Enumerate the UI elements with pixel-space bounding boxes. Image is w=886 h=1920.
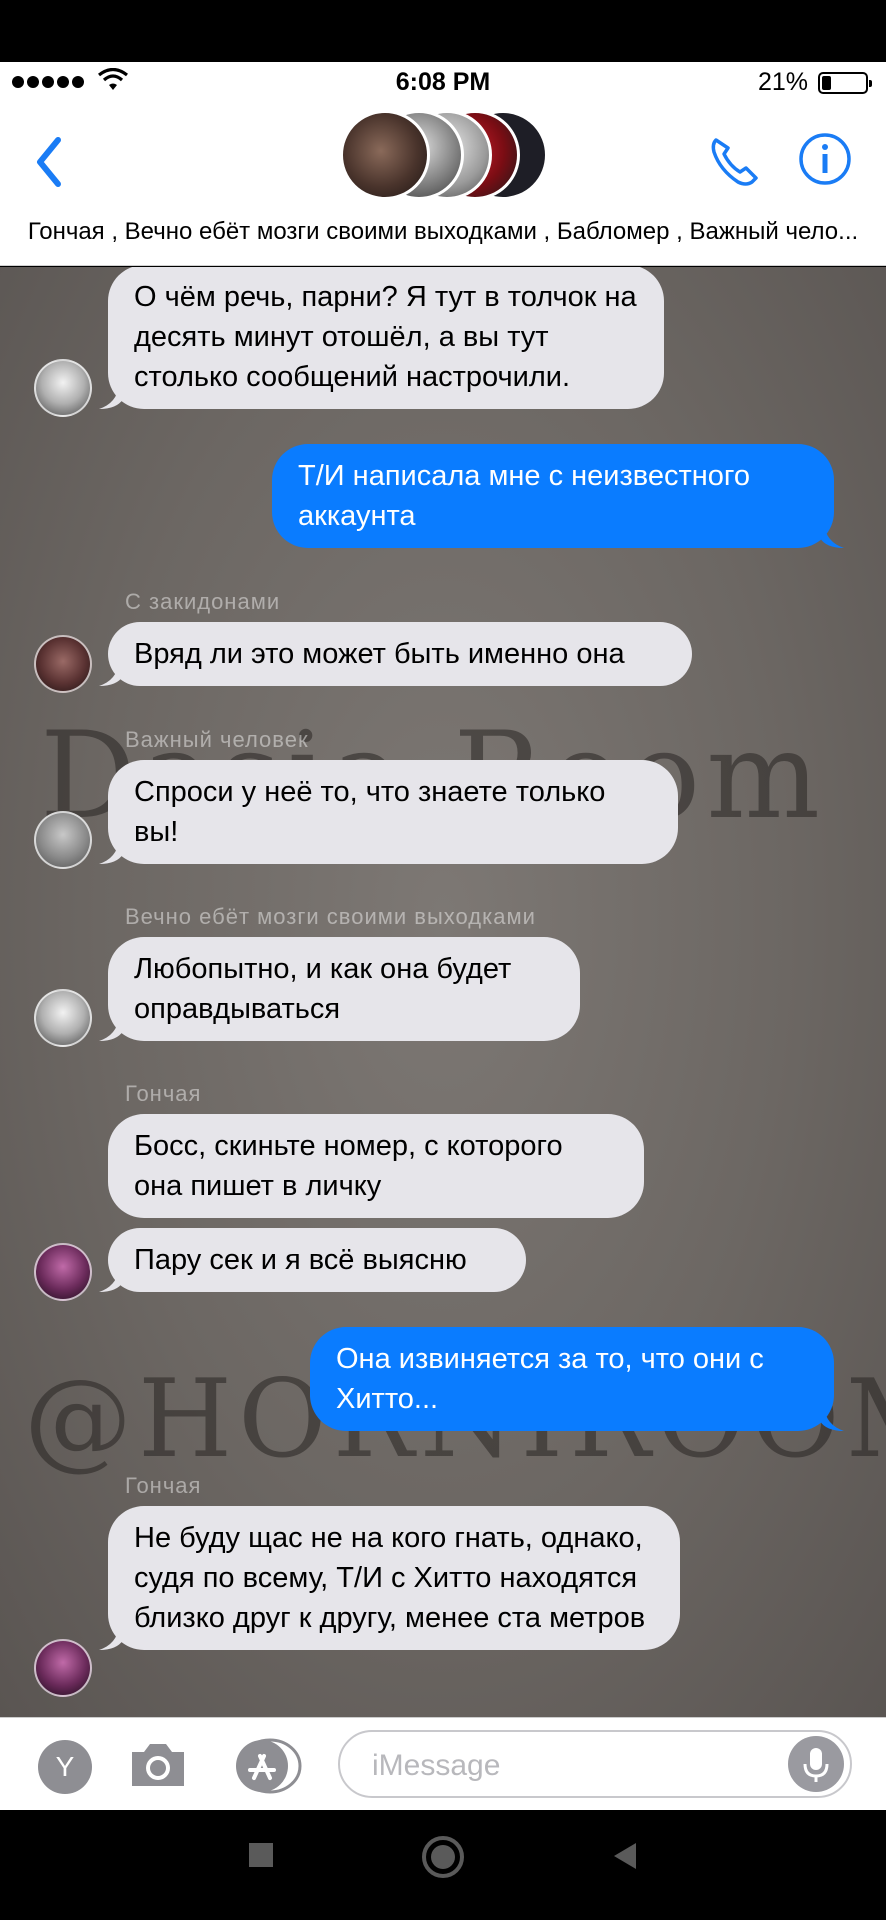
conversation-header: Гончая , Вечно ебёт мозги своими выходка… — [0, 104, 886, 266]
sender-avatar[interactable] — [34, 811, 92, 869]
message-text: Любопытно, и как она будет оправдываться — [134, 953, 512, 1025]
input-placeholder: iMessage — [372, 1749, 501, 1782]
camera-icon[interactable] — [126, 1738, 190, 1792]
group-avatar-stack[interactable] — [340, 108, 550, 204]
message-text: Т/И написала мне с неизвестного аккаунта — [298, 460, 750, 532]
message-text: Вряд ли это может быть именно она — [134, 638, 625, 670]
battery-icon — [818, 72, 872, 94]
message-text: Пару сек и я всё выясню — [134, 1244, 467, 1276]
status-time: 6:08 PM — [395, 68, 491, 96]
app-store-icon[interactable] — [232, 1738, 308, 1794]
sender-avatar[interactable] — [34, 635, 92, 693]
message-bubble-incoming[interactable]: Не буду щас не на кого гнать, однако, су… — [99, 1506, 680, 1650]
message-text: Она извиняется за то, что они с Хитто... — [336, 1343, 764, 1415]
recent-apps-icon[interactable] — [246, 1840, 276, 1870]
message-thread[interactable]: Dasia Room @HORNIROOM О чём речь, парни?… — [0, 267, 886, 1717]
message-bubble-outgoing[interactable]: Т/И написала мне с неизвестного аккаунта — [272, 444, 844, 548]
top-black-bar — [0, 0, 886, 62]
message-bubble-incoming[interactable]: Вряд ли это может быть именно она — [99, 622, 692, 686]
message-bubble-incoming[interactable]: Любопытно, и как она будет оправдываться — [99, 937, 580, 1041]
sender-avatar[interactable] — [34, 1639, 92, 1697]
compose-bar: Y iMessage — [0, 1717, 886, 1810]
message-text: Спроси у неё то, что знаете только вы! — [134, 776, 606, 848]
back-icon[interactable] — [610, 1840, 640, 1872]
imessage-input[interactable]: iMessage — [338, 1730, 852, 1798]
message-bubble-incoming[interactable]: Пару сек и я всё выясню — [99, 1228, 526, 1292]
message-text: О чём речь, парни? Я тут в толчок на дес… — [134, 281, 637, 393]
sender-avatar[interactable] — [34, 989, 92, 1047]
message-bubble-incoming[interactable]: Босс, скиньте номер, с которого она пише… — [108, 1114, 644, 1218]
system-nav-bar — [0, 1810, 886, 1920]
battery-percent: 21% — [757, 68, 808, 96]
group-avatar-1 — [340, 110, 430, 200]
sender-avatar[interactable] — [34, 1243, 92, 1301]
home-icon[interactable] — [420, 1834, 466, 1880]
sender-name: С закидонами — [125, 589, 281, 614]
status-bar: 6:08 PM 21% — [0, 62, 886, 104]
message-bubble-incoming[interactable]: Спроси у неё то, что знаете только вы! — [99, 760, 678, 864]
group-participants[interactable]: Гончая , Вечно ебёт мозги своими выходка… — [0, 218, 886, 246]
back-chevron-icon[interactable] — [28, 130, 72, 194]
phone-icon[interactable] — [706, 132, 762, 190]
sender-name: Гончая — [125, 1081, 202, 1106]
message-text: Не буду щас не на кого гнать, однако, су… — [134, 1522, 646, 1634]
message-bubble-incoming[interactable]: О чём речь, парни? Я тут в толчок на дес… — [99, 267, 664, 409]
sender-name: Важный человек — [125, 727, 309, 752]
message-text: Босс, скиньте номер, с которого она пише… — [134, 1130, 563, 1202]
microphone-icon[interactable] — [788, 1736, 844, 1792]
sender-avatar[interactable] — [34, 359, 92, 417]
apps-button[interactable]: Y — [38, 1740, 92, 1794]
sender-name: Гончая — [125, 1473, 202, 1498]
sender-name: Вечно ебёт мозги своими выходками — [125, 904, 536, 929]
message-bubble-outgoing[interactable]: Она извиняется за то, что они с Хитто... — [310, 1327, 844, 1431]
info-icon[interactable] — [798, 132, 852, 186]
